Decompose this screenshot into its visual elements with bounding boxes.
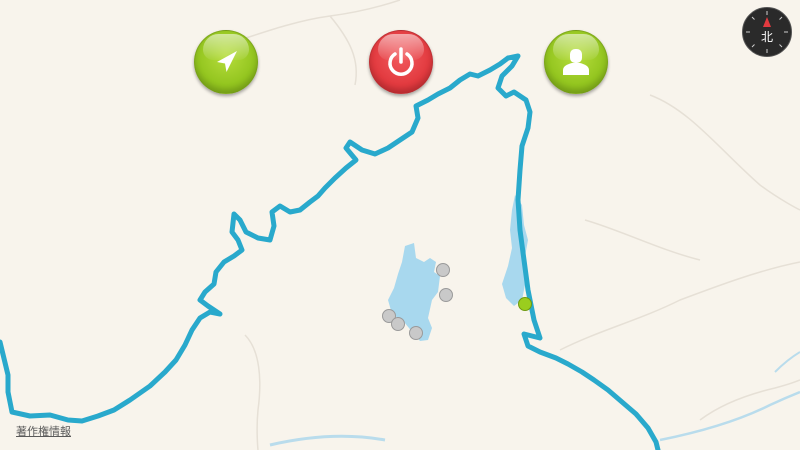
map-view[interactable]: 北 著作権情報 xyxy=(0,0,800,450)
compass-button[interactable]: 北 xyxy=(742,7,792,57)
copyright-link[interactable]: 著作権情報 xyxy=(16,423,71,439)
user-profile-icon xyxy=(563,49,589,75)
poi-marker xyxy=(409,326,423,340)
navigate-button[interactable] xyxy=(194,30,258,94)
user-profile-button[interactable] xyxy=(544,30,608,94)
power-button[interactable] xyxy=(369,30,433,94)
lakes xyxy=(388,195,528,341)
navigation-arrow-icon xyxy=(217,51,237,72)
power-icon xyxy=(388,47,414,76)
current-location-dot xyxy=(518,297,532,311)
poi-marker xyxy=(439,288,453,302)
compass-north-label: 北 xyxy=(760,30,773,44)
poi-marker xyxy=(391,317,405,331)
rivers xyxy=(269,351,800,447)
poi-marker xyxy=(436,263,450,277)
route-line xyxy=(0,53,661,450)
